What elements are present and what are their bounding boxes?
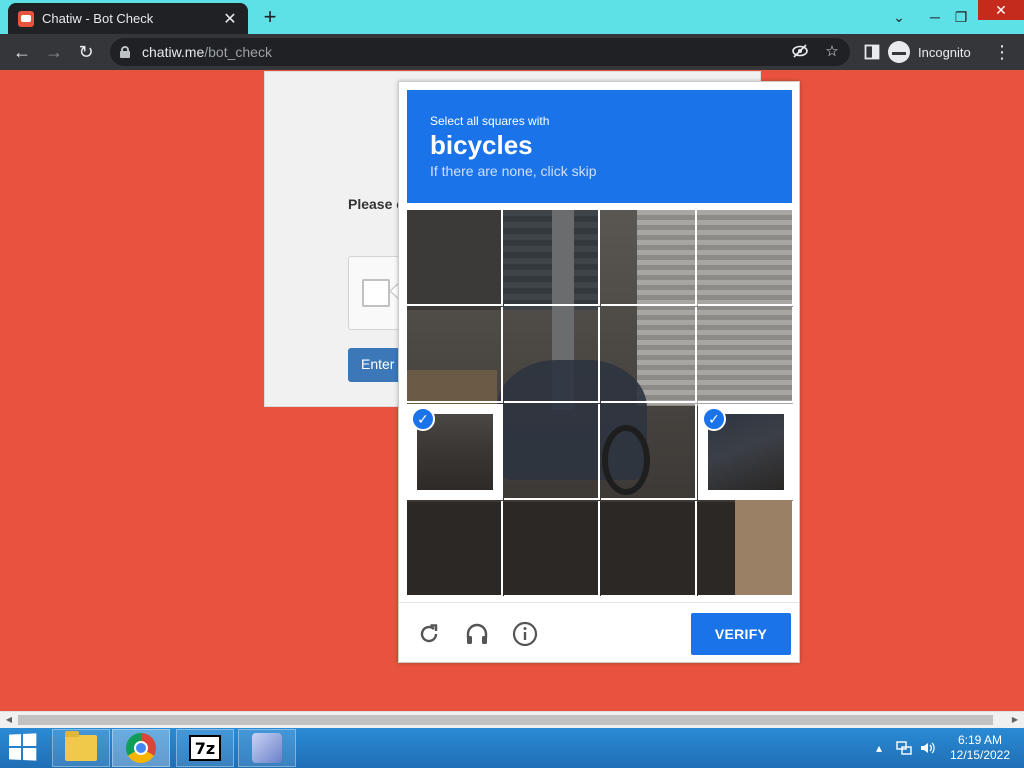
instruction-text: Please c [348,196,405,212]
captcha-header: Select all squares with bicycles If ther… [407,90,792,203]
verify-button[interactable]: VERIFY [691,613,791,655]
side-panel-icon[interactable] [856,36,888,68]
captcha-tile-2[interactable] [504,210,600,306]
tab-search-chevron-icon[interactable]: ⌄ [882,0,916,34]
browser-toolbar: ← → ↻ chatiw.me/bot_check ☆ ⋮ [0,34,1024,70]
taskbar-app[interactable] [238,729,296,767]
captcha-tile-7[interactable] [601,307,697,403]
info-icon[interactable] [511,620,539,648]
scroll-left-arrow-icon[interactable]: ◀ [4,715,14,725]
lock-icon[interactable] [120,46,130,58]
url-host: chatiw.me [142,44,205,60]
reload-challenge-icon[interactable] [415,620,443,648]
captcha-challenge: Select all squares with bicycles If ther… [398,81,800,663]
captcha-tile-3[interactable] [601,210,697,306]
back-button[interactable]: ← [6,36,38,68]
reload-button[interactable]: ↻ [70,36,102,68]
captcha-tile-11[interactable] [601,404,697,500]
windows-taskbar: 7z ▴ 6:19 AM 12/15/2022 [0,728,1024,768]
captcha-footer: VERIFY [399,602,799,663]
forward-button[interactable]: → [38,36,70,68]
network-icon[interactable] [896,728,912,768]
chatiw-favicon-icon [18,10,34,27]
taskbar-file-explorer[interactable] [52,729,110,767]
folder-icon [65,731,97,761]
tile-selected-check-icon: ✓ [702,407,726,431]
browser-tab[interactable]: Chatiw - Bot Check ✕ [8,3,248,34]
captcha-prompt: Select all squares with [430,114,550,128]
close-window-button[interactable]: ✕ [978,0,1024,20]
restore-button[interactable]: ❐ [944,0,978,34]
incognito-indicator[interactable]: Incognito [888,38,971,66]
7zip-icon: 7z [189,735,221,761]
app-icon [252,733,282,763]
start-button[interactable] [8,733,38,762]
browser-titlebar: Chatiw - Bot Check ✕ + ⌄ ─ ❐ ✕ [0,0,1024,34]
captcha-tile-16[interactable] [698,501,793,596]
captcha-image-grid: ✓ ✓ [407,210,793,596]
tile-selected-check-icon: ✓ [411,407,435,431]
captcha-tile-12[interactable]: ✓ [698,404,793,500]
browser-menu-button[interactable]: ⋮ [986,36,1018,68]
tray-overflow-arrow-icon[interactable]: ▴ [876,728,882,768]
scroll-right-arrow-icon[interactable]: ▶ [1010,715,1020,725]
bookmark-star-icon[interactable]: ☆ [822,42,842,62]
tab-title: Chatiw - Bot Check [42,11,154,26]
address-bar[interactable]: chatiw.me/bot_check ☆ [110,38,850,66]
horizontal-scrollbar[interactable]: ◀ ▶ [0,711,1024,728]
new-tab-button[interactable]: + [258,6,282,30]
incognito-icon [888,41,910,63]
incognito-label: Incognito [918,44,971,60]
captcha-tile-15[interactable] [601,501,697,596]
captcha-tile-1[interactable] [407,210,503,306]
taskbar-chrome[interactable] [112,729,170,767]
chrome-icon [126,733,156,763]
recaptcha-checkbox[interactable] [362,279,390,307]
captcha-tile-4[interactable] [698,210,793,306]
captcha-tile-14[interactable] [504,501,600,596]
url-path: /bot_check [204,44,272,60]
captcha-tile-9[interactable]: ✓ [407,404,503,500]
audio-challenge-headphones-icon[interactable] [463,620,491,648]
tracking-protection-eye-icon[interactable] [790,42,810,62]
captcha-tile-10[interactable] [504,404,600,500]
captcha-skip-hint: If there are none, click skip [430,163,597,179]
captcha-target: bicycles [430,130,533,160]
windows-logo-icon [9,733,38,761]
captcha-tile-5[interactable] [407,307,503,403]
volume-icon[interactable] [920,728,936,768]
captcha-tile-8[interactable] [698,307,793,403]
clock-date: 12/15/2022 [949,748,1011,762]
scrollbar-thumb[interactable] [18,715,993,725]
captcha-tile-6[interactable] [504,307,600,403]
system-clock[interactable]: 6:19 AM 12/15/2022 [944,733,1016,763]
clock-time: 6:19 AM [957,733,1003,747]
captcha-tile-13[interactable] [407,501,503,596]
tab-close-icon[interactable]: ✕ [222,11,238,28]
taskbar-7zip[interactable]: 7z [176,729,234,767]
